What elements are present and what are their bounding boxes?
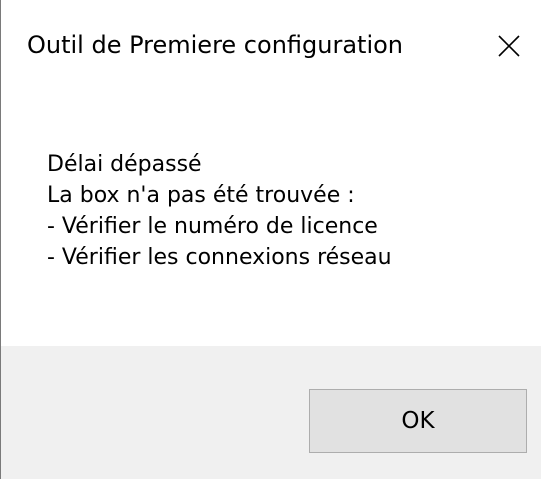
window-title: Outil de Premiere configuration: [27, 31, 404, 59]
message-line-timeout: Délai dépassé: [47, 152, 202, 177]
message-line-check-license: - Vérifier le numéro de licence: [47, 214, 378, 239]
message-dialog: Outil de Premiere configuration Délai dé…: [0, 0, 541, 479]
close-x-icon: [498, 35, 520, 57]
message-text: Délai dépassé La box n'a pas été trouvée…: [47, 149, 392, 273]
ok-button[interactable]: OK: [309, 389, 527, 453]
title-bar[interactable]: Outil de Premiere configuration: [1, 0, 541, 90]
close-button[interactable]: [487, 26, 531, 66]
message-line-check-network: - Vérifier les connexions réseau: [47, 245, 392, 270]
message-line-box-not-found: La box n'a pas été trouvée :: [47, 183, 355, 208]
button-bar: OK: [1, 346, 541, 479]
dialog-content: Délai dépassé La box n'a pas été trouvée…: [1, 90, 541, 346]
